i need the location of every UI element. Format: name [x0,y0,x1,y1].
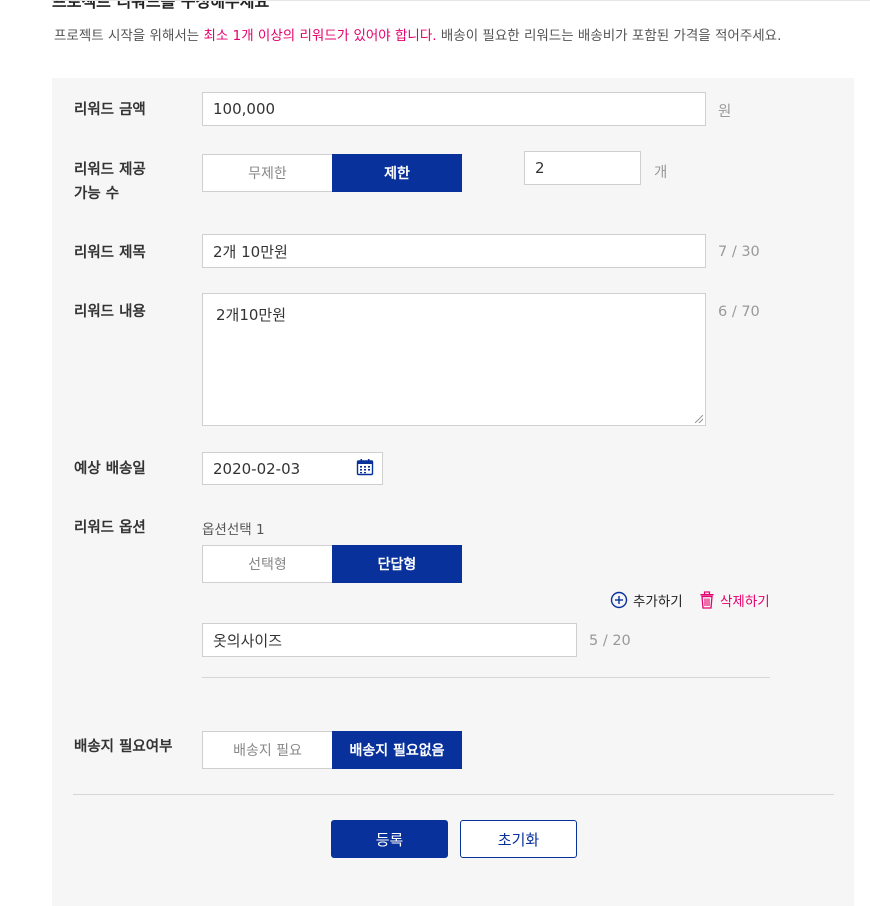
shipping-option-not-required[interactable]: 배송지 필요없음 [332,731,462,769]
section-title: 프로젝트 리워드를 구성해주세요 [52,0,270,11]
quantity-toggle: 무제한 제한 [202,154,462,192]
content-text: 2개10만원 [216,306,287,324]
delete-option-button[interactable]: 삭제하기 [699,590,770,610]
add-option-label: 추가하기 [633,594,683,610]
notice-text: 프로젝트 시작을 위해서는 최소 1개 이상의 리워드가 있어야 합니다. 배송… [54,24,781,44]
quantity-unit: 개 [654,165,668,181]
price-label: 리워드 금액 [74,102,146,118]
option-counter: 5 / 20 [589,633,631,649]
option-type-short-answer[interactable]: 단답형 [332,545,462,583]
title-label: 리워드 제목 [74,245,146,261]
calendar-icon[interactable] [356,458,374,476]
notice-pre: 프로젝트 시작을 위해서는 [54,28,204,44]
option-input[interactable]: 옷의사이즈 [202,623,577,657]
quantity-label-line2: 가능 수 [74,186,120,202]
option-label: 리워드 옵션 [74,520,146,536]
content-textarea[interactable]: 2개10만원 [202,293,706,426]
option-type-toggle: 선택형 단답형 [202,545,462,583]
delete-option-label: 삭제하기 [720,594,770,610]
reset-button[interactable]: 초기화 [460,820,577,858]
title-input[interactable]: 2개 10만원 [202,234,706,268]
title-counter: 7 / 30 [718,244,760,260]
plus-circle-icon [610,591,628,609]
shipping-label: 배송지 필요여부 [74,739,173,755]
form-divider [73,794,834,795]
notice-post: 배송이 필요한 리워드는 배송비가 포함된 가격을 적어주세요. [436,28,782,44]
top-divider [52,0,870,1]
submit-button[interactable]: 등록 [331,820,448,858]
quantity-option-limited[interactable]: 제한 [332,154,462,192]
notice-highlight: 최소 1개 이상의 리워드가 있어야 합니다. [203,28,437,44]
ship-date-label: 예상 배송일 [74,461,146,477]
price-unit: 원 [718,104,732,120]
option-divider [202,677,770,678]
add-option-button[interactable]: 추가하기 [610,590,683,610]
price-input[interactable]: 100,000 [202,92,706,126]
trash-icon [700,591,714,609]
shipping-option-required[interactable]: 배송지 필요 [202,731,332,769]
content-label: 리워드 내용 [74,304,146,320]
option-type-select[interactable]: 선택형 [202,545,332,583]
content-counter: 6 / 70 [718,304,760,320]
option-sub-label: 옵션선택 1 [202,522,265,538]
quantity-label-line1: 리워드 제공 [74,162,146,178]
quantity-option-unlimited[interactable]: 무제한 [202,154,332,192]
reward-form-panel [52,78,854,906]
resize-handle[interactable] [695,415,703,423]
quantity-input[interactable]: 2 [524,151,641,185]
shipping-toggle: 배송지 필요 배송지 필요없음 [202,731,462,769]
